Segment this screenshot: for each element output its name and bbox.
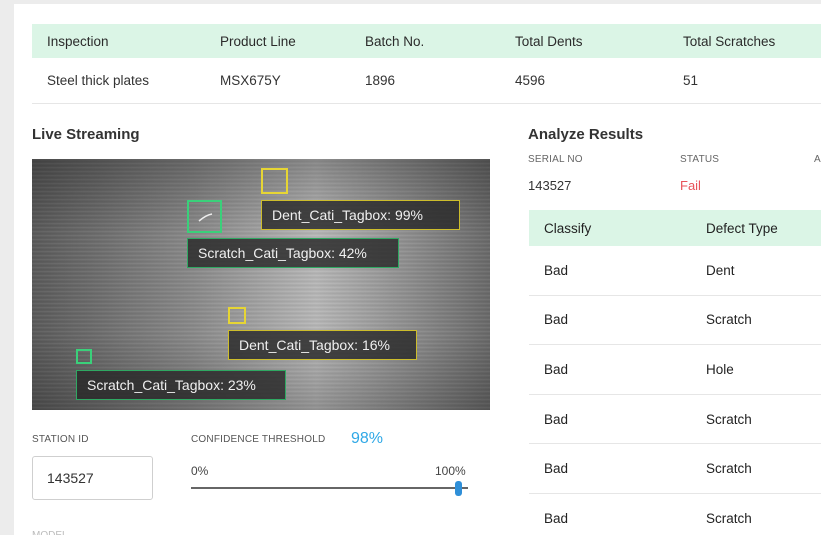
scratch-mark-icon [198,213,213,222]
cell-classify: Bad [544,411,569,427]
scratch-box-1 [187,200,222,233]
cell-classify: Bad [544,461,569,477]
col-header-total-dents: Total Dents [515,33,583,49]
cell-batch-no: 1896 [365,73,396,88]
cell-classify: Bad [544,312,569,328]
cell-classify: Bad [544,262,569,278]
col-header-inspection: Inspection [47,33,109,49]
defect-results-table: Classify Defect Type Bad Dent Bad Scratc… [529,210,821,535]
cell-defect-type: Scratch [706,461,752,477]
col-header-batch-no: Batch No. [365,33,425,49]
col-header-defect-type: Defect Type [706,220,778,236]
table-row[interactable]: Bad Dent [529,246,821,296]
cell-inspection: Steel thick plates [47,73,150,88]
live-streaming-title: Live Streaming [32,126,140,143]
scratch-box-2 [76,349,92,364]
detection-label-1: Dent_Cati_Tagbox: 99% [261,200,460,230]
live-stream-view[interactable]: Dent_Cati_Tagbox: 99% Scratch_Cati_Tagbo… [32,159,490,410]
inspection-dashboard: Inspection Product Line Batch No. Total … [14,4,821,535]
dent-box-1 [261,168,288,194]
cell-product-line: MSX675Y [220,73,281,88]
cell-defect-type: Scratch [706,411,752,427]
slider-min-label: 0% [191,464,209,478]
cell-defect-type: Scratch [706,312,752,328]
cell-defect-type: Hole [706,361,734,377]
detection-label-2: Scratch_Cati_Tagbox: 42% [187,238,399,268]
table-row[interactable]: Bad Scratch [529,395,821,445]
detection-label-4: Scratch_Cati_Tagbox: 23% [76,370,286,400]
table-row[interactable]: Bad Scratch [529,296,821,346]
cut-off-label: MODEL [32,530,68,535]
results-table-header: Classify Defect Type [529,210,821,246]
col-header-classify: Classify [544,220,592,236]
confidence-slider-thumb[interactable] [454,481,462,496]
cell-defect-type: Scratch [706,511,752,527]
col-header-product-line: Product Line [220,33,296,49]
third-column-label: A [814,154,821,165]
confidence-slider-track[interactable] [191,487,468,489]
status-value: Fail [680,178,701,193]
station-id-input[interactable]: 143527 [32,456,153,500]
cell-classify: Bad [544,361,569,377]
confidence-threshold-value: 98% [351,430,384,447]
serial-no-value: 143527 [528,178,572,193]
serial-no-label: SERIAL NO [528,154,583,165]
station-id-label: STATION ID [32,434,89,445]
cell-defect-type: Dent [706,262,735,278]
table-row[interactable]: Bad Scratch [529,444,821,494]
summary-table: Inspection Product Line Batch No. Total … [32,24,821,104]
table-row[interactable]: Bad Hole [529,345,821,395]
slider-max-label: 100% [435,464,466,478]
cell-total-dents: 4596 [515,73,546,88]
table-row[interactable]: Steel thick plates MSX675Y 1896 4596 51 [32,58,821,104]
col-header-total-scratches: Total Scratches [683,33,776,49]
cell-classify: Bad [544,511,569,527]
cell-total-scratches: 51 [683,73,699,88]
detection-label-3: Dent_Cati_Tagbox: 16% [228,330,417,360]
summary-table-header: Inspection Product Line Batch No. Total … [32,24,821,58]
confidence-threshold-label: CONFIDENCE THRESHOLD [191,434,326,445]
table-row[interactable]: Bad Scratch [529,494,821,535]
dent-box-2 [228,307,246,324]
status-label: STATUS [680,154,720,165]
analyze-results-title: Analyze Results [528,126,644,143]
